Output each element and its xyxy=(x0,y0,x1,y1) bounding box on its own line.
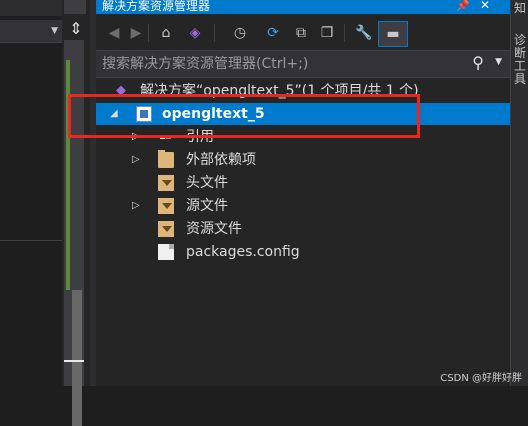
pending-changes-icon[interactable]: ◷ xyxy=(226,21,254,45)
search-bar: ⚲ ▼ xyxy=(96,50,510,78)
forward-icon[interactable]: ▶ xyxy=(126,21,146,45)
expand-arrow-icon[interactable]: ▷ xyxy=(132,149,140,171)
tree-item-label: 资源文件 xyxy=(186,221,242,237)
editor-pane: ▼ xyxy=(0,0,62,386)
toolbar-separator xyxy=(214,24,215,42)
filter-icon xyxy=(158,175,174,191)
tree-item-label: packages.config xyxy=(186,244,300,260)
editor-tab-strip xyxy=(0,0,62,16)
filter-icon xyxy=(158,221,174,237)
dropdown-button[interactable] xyxy=(64,0,86,14)
tree-item-label: 源文件 xyxy=(186,198,228,214)
tree-item-label: 外部依赖项 xyxy=(186,152,256,168)
sync-icon[interactable]: ⟳ xyxy=(262,21,284,45)
back-icon[interactable]: ◀ xyxy=(104,21,124,45)
properties-icon[interactable]: 🔧 xyxy=(352,21,376,45)
chevron-down-icon[interactable]: ▼ xyxy=(51,26,58,36)
member-dropdown[interactable]: ▼ xyxy=(0,20,62,43)
preview-icon[interactable]: ▬ xyxy=(378,21,408,47)
editor-vertical-scrollbar[interactable] xyxy=(64,40,84,426)
right-tool-strip: 知 诊断工具 xyxy=(510,0,528,386)
collapse-all-icon[interactable]: ⧉ xyxy=(290,21,312,45)
file-icon xyxy=(158,244,174,260)
close-icon[interactable]: ✕ xyxy=(480,0,490,11)
pin-icon[interactable]: 📌 xyxy=(456,0,470,12)
toolbar-separator xyxy=(344,24,345,42)
split-vertical-icon[interactable]: ⇕ xyxy=(64,18,88,40)
show-all-files-icon[interactable]: ❐ xyxy=(316,21,338,45)
panel-title: 解决方案资源管理器 xyxy=(102,0,211,13)
tree-item[interactable]: ▷ 源文件 xyxy=(96,195,510,217)
chevron-down-icon[interactable]: ▼ xyxy=(495,57,502,67)
diagnostics-tab[interactable]: 诊断工具 xyxy=(514,34,526,86)
toolbar-separator xyxy=(148,24,149,42)
watermark: CSDN @好胖好胖 xyxy=(440,373,522,384)
tree-item[interactable]: 资源文件 xyxy=(96,218,510,240)
solution-explorer-title-bar: 解决方案资源管理器 📌 ✕ xyxy=(96,0,510,14)
solution-explorer: 解决方案资源管理器 📌 ✕ ◀▶⌂◈◷⟳⧉❐🔧▬ ⚲ ▼ ◆解决方案“openg… xyxy=(96,0,510,386)
tree-item[interactable]: 头文件 xyxy=(96,172,510,194)
solution-explorer-toolbar: ◀ ▶ ⌂ ◈ ◷ ⟳ ⧉ ❐ 🔧 ▬ xyxy=(96,18,510,48)
annotation-highlight-box xyxy=(68,94,420,138)
expand-arrow-icon[interactable]: ▷ xyxy=(132,195,140,217)
folder-icon xyxy=(158,150,174,168)
scroll-position-marker xyxy=(64,360,84,362)
tree-item-label: 头文件 xyxy=(186,175,228,191)
divider xyxy=(0,240,62,241)
tree-item[interactable]: packages.config xyxy=(96,241,510,263)
search-input[interactable] xyxy=(100,53,464,75)
filter-icon xyxy=(158,198,174,214)
scrollbar-thumb[interactable] xyxy=(72,290,82,426)
search-icon[interactable]: ⚲ xyxy=(472,53,484,72)
home-icon[interactable]: ⌂ xyxy=(154,21,178,45)
tool-tab-label[interactable]: 知 xyxy=(514,2,526,15)
vs-solution-switch-icon[interactable]: ◈ xyxy=(184,21,206,45)
tree-item[interactable]: ▷ 外部依赖项 xyxy=(96,149,510,171)
